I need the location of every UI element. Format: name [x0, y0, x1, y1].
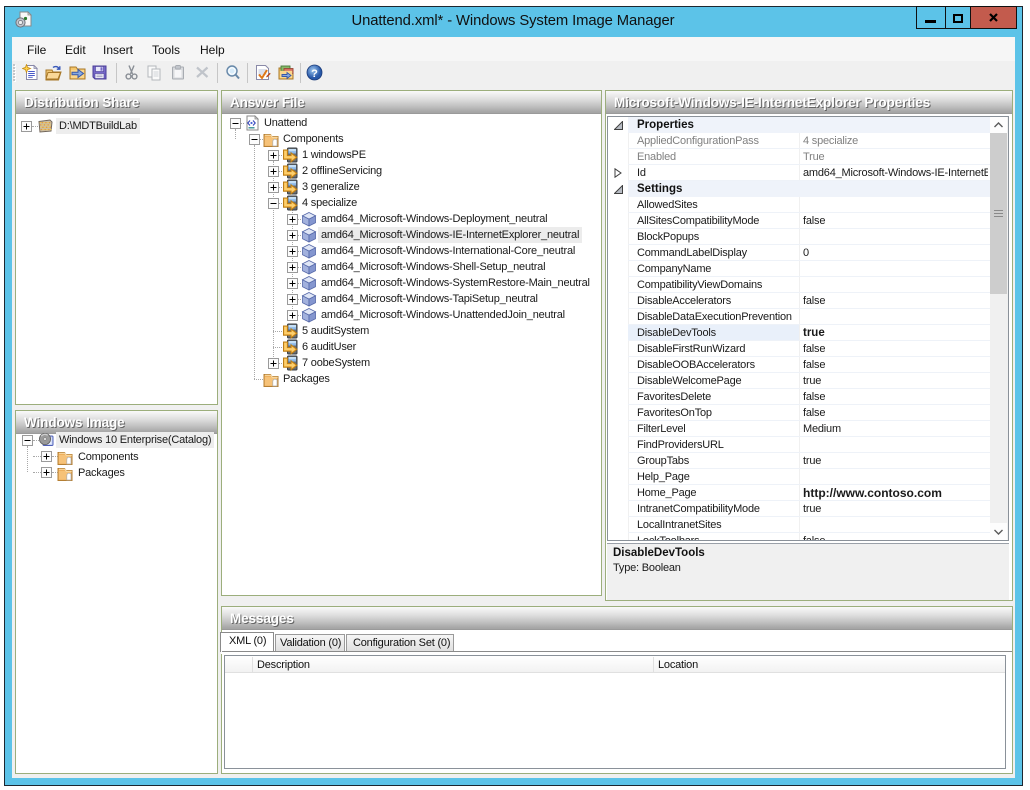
svg-text:?: ?: [311, 68, 318, 80]
